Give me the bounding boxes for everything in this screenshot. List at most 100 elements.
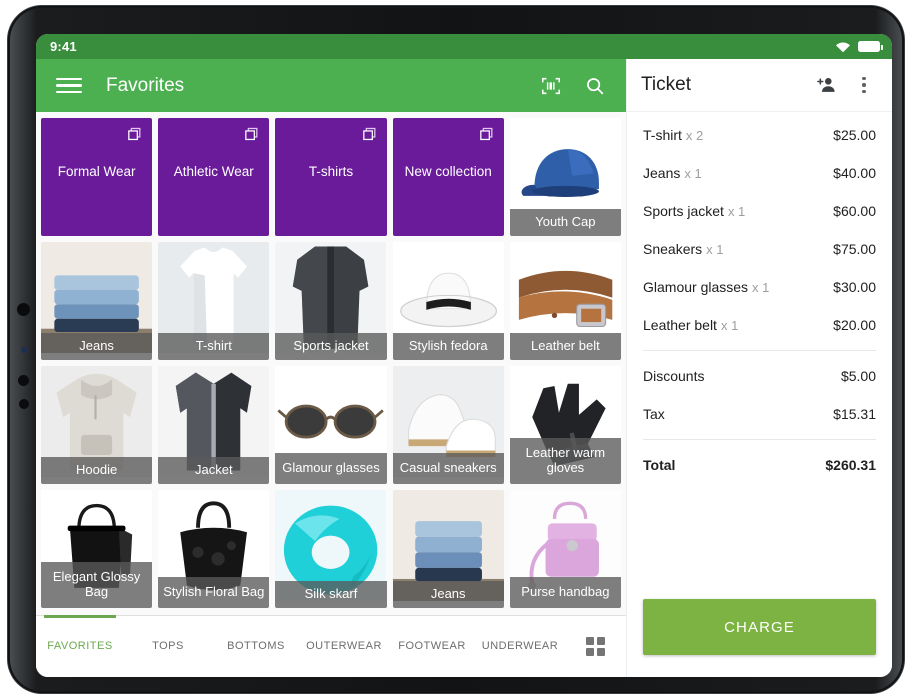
search-icon[interactable] xyxy=(578,69,612,103)
status-time: 9:41 xyxy=(50,39,77,54)
tab-bottoms[interactable]: BOTTOMS xyxy=(212,616,300,677)
category-tile[interactable]: New collection xyxy=(393,118,504,236)
battery-icon xyxy=(858,41,880,52)
layers-copy-icon xyxy=(478,126,495,143)
product-label: Elegant Glossy Bag xyxy=(41,562,152,608)
ticket-row[interactable]: Leather beltx 1 $20.00 xyxy=(627,306,892,344)
product-label: Leather warm gloves xyxy=(510,438,621,484)
ticket-row[interactable]: Glamour glasses x 1 $30.00 xyxy=(627,268,892,306)
microphone-icon xyxy=(19,399,29,409)
item-name: Sports jacket xyxy=(643,203,724,219)
product-label: Stylish fedora xyxy=(393,333,504,360)
product-tile[interactable]: Glamour glasses xyxy=(275,366,386,484)
product-tile[interactable]: Youth Cap xyxy=(510,118,621,236)
product-label: Leather belt xyxy=(510,333,621,360)
charge-area: CHARGE xyxy=(627,599,892,677)
item-qty: x 2 xyxy=(686,128,703,143)
item-price: $75.00 xyxy=(833,241,876,257)
product-tile[interactable]: Hoodie xyxy=(41,366,152,484)
charge-button[interactable]: CHARGE xyxy=(643,599,876,655)
tax-label: Tax xyxy=(643,406,665,422)
category-tile[interactable]: Formal Wear xyxy=(41,118,152,236)
ticket-row[interactable]: Jeansx 1 $40.00 xyxy=(627,154,892,192)
add-person-icon[interactable] xyxy=(810,69,842,101)
product-tile[interactable]: Jeans xyxy=(41,242,152,360)
grid-view-icon[interactable] xyxy=(564,616,626,677)
ticket-row[interactable]: T-shirtx 2 $25.00 xyxy=(627,116,892,154)
ticket-row[interactable]: Sneakersx 1 $75.00 xyxy=(627,230,892,268)
total-value: $260.31 xyxy=(825,457,876,473)
layers-copy-icon xyxy=(361,126,378,143)
category-tile[interactable]: T-shirts xyxy=(275,118,386,236)
ticket-header: Ticket xyxy=(627,59,892,112)
total-label: Total xyxy=(643,457,675,473)
product-tile[interactable]: Silk skarf xyxy=(275,490,386,608)
product-label: Purse handbag xyxy=(510,577,621,608)
product-tile[interactable]: Leather belt xyxy=(510,242,621,360)
product-tile[interactable]: Casual sneakers xyxy=(393,366,504,484)
item-qty: x 1 xyxy=(684,166,701,181)
front-camera-icon xyxy=(17,303,30,316)
ticket-title: Ticket xyxy=(641,74,804,96)
product-tile[interactable]: Jeans xyxy=(393,490,504,608)
item-qty: x 1 xyxy=(721,318,738,333)
product-tile[interactable]: Elegant Glossy Bag xyxy=(41,490,152,608)
category-tab-bar: FAVORITES TOPS BOTTOMS OUTERWEAR FOOTWEA… xyxy=(36,615,626,677)
hamburger-menu-icon[interactable] xyxy=(52,69,86,103)
item-price: $30.00 xyxy=(833,279,876,295)
main-content: Favorites xyxy=(36,59,892,677)
discounts-row[interactable]: Discounts $5.00 xyxy=(627,357,892,395)
tax-row[interactable]: Tax $15.31 xyxy=(627,395,892,433)
category-label: Athletic Wear xyxy=(158,164,269,181)
product-label: T-shirt xyxy=(158,333,269,360)
item-name: Sneakers xyxy=(643,241,702,257)
tab-tops[interactable]: TOPS xyxy=(124,616,212,677)
discounts-value: $5.00 xyxy=(841,368,876,384)
product-grid: Formal Wear Athletic Wear xyxy=(36,118,626,608)
product-grid-area: Formal Wear Athletic Wear xyxy=(36,112,626,615)
layers-copy-icon xyxy=(126,126,143,143)
status-bar: 9:41 xyxy=(36,34,892,59)
tax-value: $15.31 xyxy=(833,406,876,422)
app-bar: Favorites xyxy=(36,59,626,112)
product-tile[interactable]: Jacket xyxy=(158,366,269,484)
product-label: Glamour glasses xyxy=(275,453,386,484)
page-title: Favorites xyxy=(106,75,524,97)
item-price: $60.00 xyxy=(833,203,876,219)
product-label: Stylish Floral Bag xyxy=(158,577,269,608)
barcode-scan-icon[interactable] xyxy=(534,69,568,103)
kebab-menu-icon[interactable] xyxy=(848,69,880,101)
product-tile[interactable]: Purse handbag xyxy=(510,490,621,608)
ticket-divider xyxy=(643,350,876,351)
product-tile[interactable]: Sports jacket xyxy=(275,242,386,360)
layers-copy-icon xyxy=(243,126,260,143)
product-label: Hoodie xyxy=(41,457,152,484)
tab-outerwear[interactable]: OUTERWEAR xyxy=(300,616,388,677)
tab-favorites[interactable]: FAVORITES xyxy=(36,616,124,677)
item-price: $20.00 xyxy=(833,317,876,333)
product-tile[interactable]: T-shirt xyxy=(158,242,269,360)
product-tile[interactable]: Leather warm gloves xyxy=(510,366,621,484)
item-name: Glamour glasses xyxy=(643,279,748,295)
item-qty: x 1 xyxy=(752,280,769,295)
product-label: Casual sneakers xyxy=(393,453,504,484)
item-price: $40.00 xyxy=(833,165,876,181)
ticket-items-list: T-shirtx 2 $25.00 Jeansx 1 $40.00 Sports… xyxy=(627,112,892,599)
ticket-row[interactable]: Sports jacketx 1 $60.00 xyxy=(627,192,892,230)
category-tile[interactable]: Athletic Wear xyxy=(158,118,269,236)
product-label: Jeans xyxy=(41,333,152,360)
tab-footwear[interactable]: FOOTWEAR xyxy=(388,616,476,677)
catalog-pane: Favorites xyxy=(36,59,626,677)
product-tile[interactable]: Stylish fedora xyxy=(393,242,504,360)
product-label: Jacket xyxy=(158,457,269,484)
product-label: Sports jacket xyxy=(275,333,386,360)
ticket-divider xyxy=(643,439,876,440)
product-label: Jeans xyxy=(393,581,504,608)
category-label: Formal Wear xyxy=(41,164,152,181)
product-tile[interactable]: Stylish Floral Bag xyxy=(158,490,269,608)
sensor-icon xyxy=(18,375,29,386)
category-label: New collection xyxy=(393,164,504,181)
tab-underwear[interactable]: UNDERWEAR xyxy=(476,616,564,677)
status-led-icon xyxy=(21,347,27,353)
total-row: Total $260.31 xyxy=(627,446,892,484)
